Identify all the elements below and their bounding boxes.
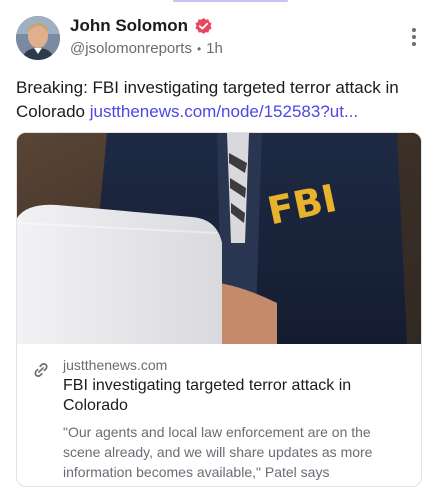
drag-handle[interactable]	[173, 0, 288, 2]
author-name-row: John Solomon	[70, 16, 213, 36]
card-meta: justthenews.com FBI investigating target…	[17, 344, 421, 482]
avatar-photo	[16, 16, 60, 60]
fbi-photo: FBI	[17, 133, 421, 344]
link-preview-card[interactable]: FBI justthenews.com FBI investigating ta…	[16, 132, 422, 487]
link-icon	[34, 363, 48, 377]
post: John Solomon @jsolomonreports • 1h Break…	[0, 0, 439, 500]
author-display-name[interactable]: John Solomon	[70, 16, 188, 36]
post-text: Breaking: FBI investigating targeted ter…	[16, 76, 416, 124]
verified-badge-icon	[195, 17, 212, 34]
avatar[interactable]	[16, 16, 60, 60]
author-handle[interactable]: @jsolomonreports	[70, 40, 192, 57]
post-time: 1h	[206, 40, 223, 57]
card-title: FBI investigating targeted terror attack…	[63, 377, 352, 414]
separator-dot: •	[196, 41, 202, 56]
author-handle-row: @jsolomonreports • 1h	[70, 40, 223, 57]
more-options-icon[interactable]	[409, 28, 419, 50]
card-image: FBI	[17, 133, 421, 344]
card-description: "Our agents and local law enforcement ar…	[63, 424, 373, 480]
post-link[interactable]: justthenews.com/node/152583?ut...	[90, 102, 358, 121]
card-domain: justthenews.com	[63, 357, 168, 373]
